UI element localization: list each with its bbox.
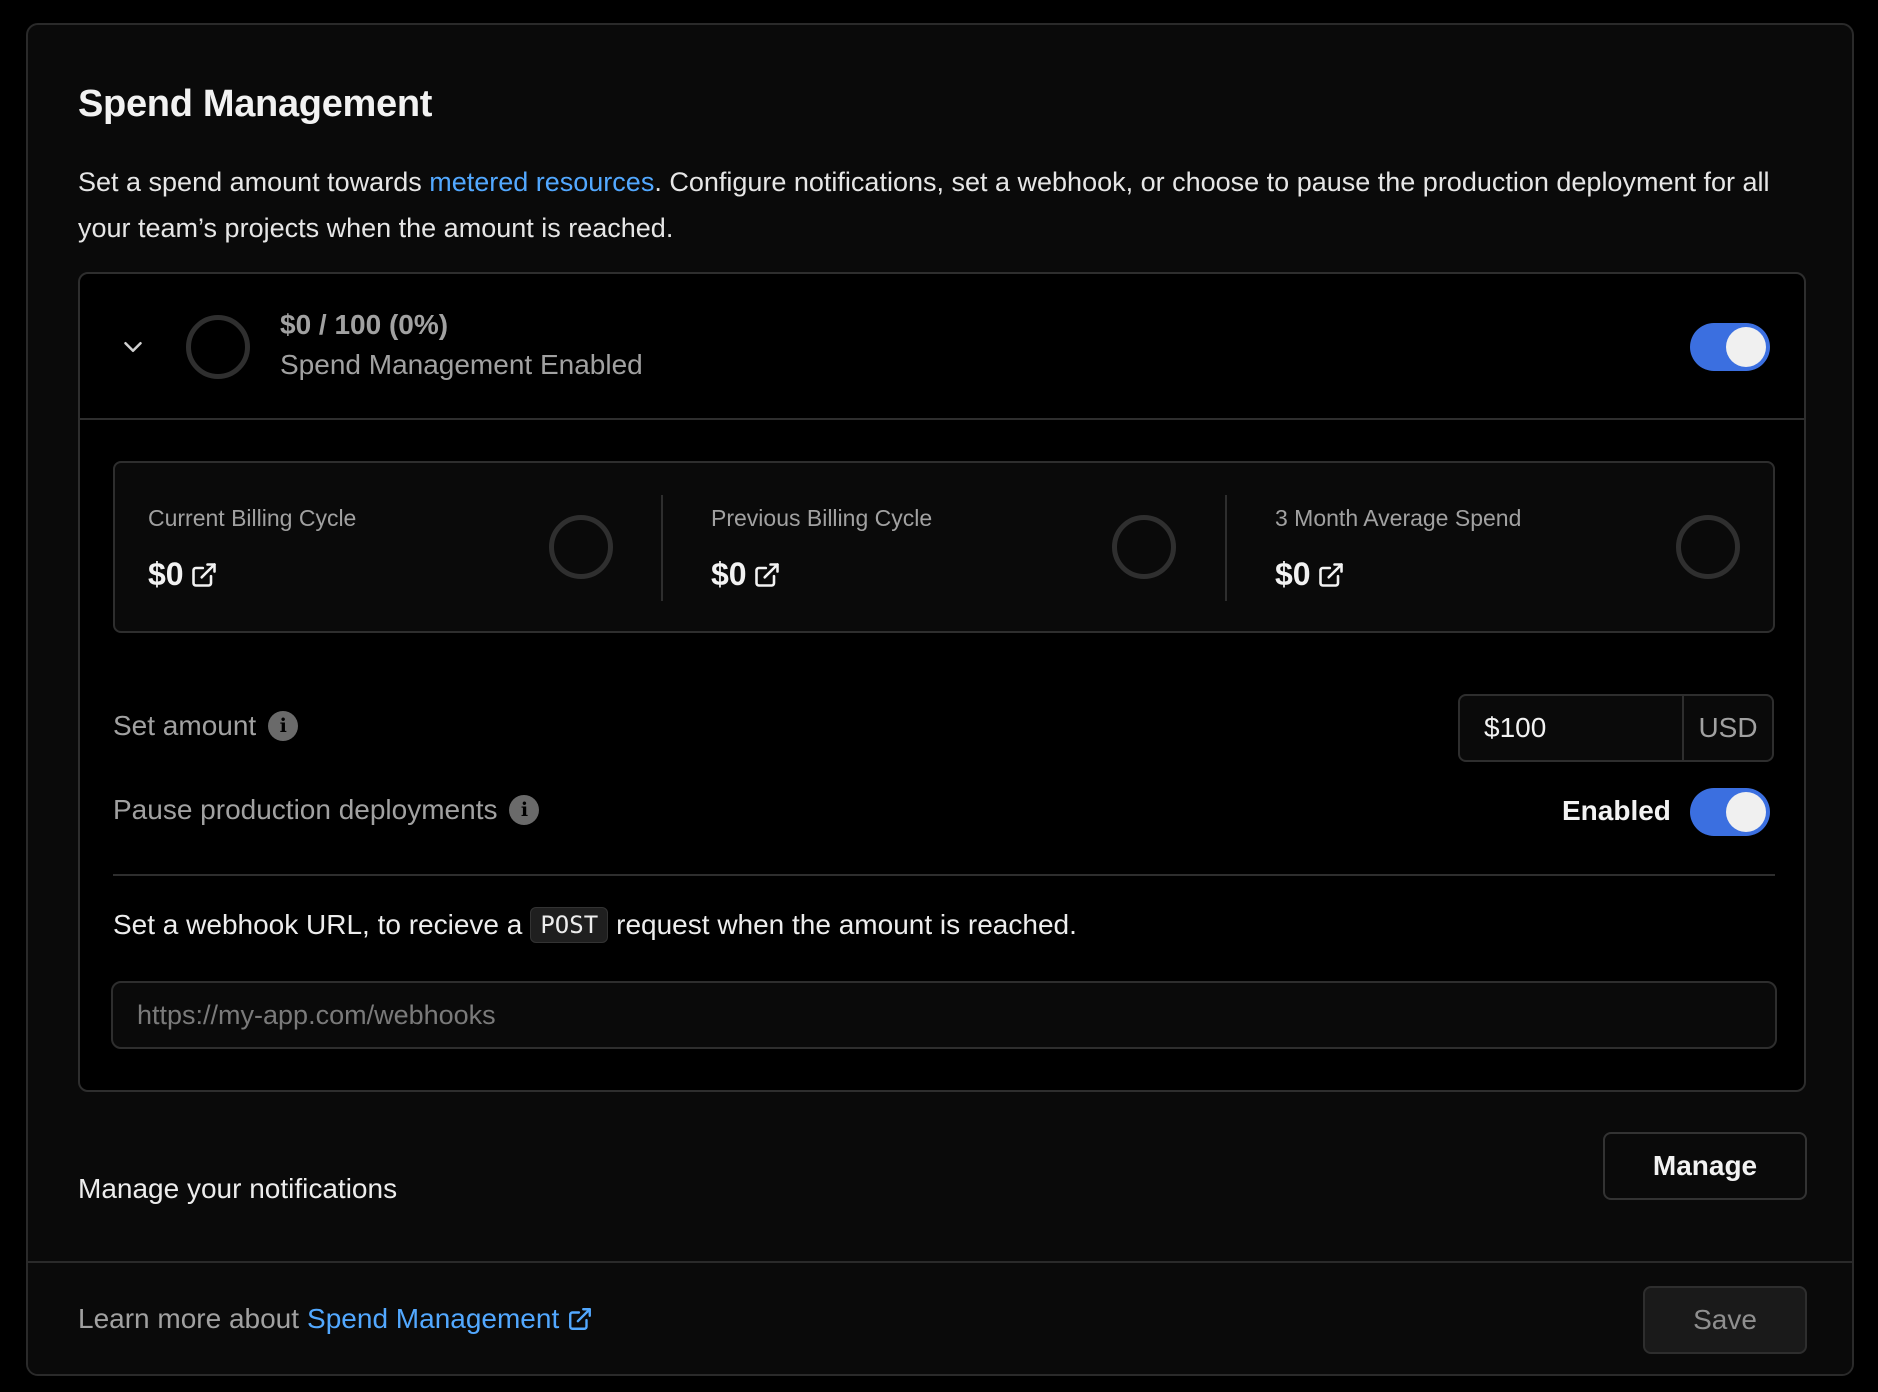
- set-amount-label: Set amount: [113, 710, 257, 741]
- webhook-url-input[interactable]: [111, 981, 1777, 1049]
- amount-input[interactable]: $100: [1460, 696, 1682, 760]
- spend-management-toggle[interactable]: [1690, 323, 1770, 371]
- info-icon[interactable]: i: [268, 711, 299, 741]
- set-amount-row: Set amount i: [113, 710, 299, 742]
- webhook-text-end: request when the amount is reached.: [616, 909, 1077, 940]
- spend-management-docs-link[interactable]: Spend Management: [307, 1303, 559, 1335]
- stat-amount: $0: [711, 556, 747, 592]
- stat-3-month-average: 3 Month Average Spend $0: [1242, 463, 1804, 631]
- manage-notifications-button[interactable]: Manage: [1603, 1132, 1807, 1200]
- webhook-text-start: Set a webhook URL, to recieve a: [113, 909, 523, 940]
- footer: Learn more about Spend Management Save: [28, 1261, 1852, 1374]
- webhook-description: Set a webhook URL, to recieve a POST req…: [113, 907, 1077, 943]
- pause-deployments-toggle[interactable]: [1690, 788, 1770, 836]
- usage-summary: $0 / 100 (0%): [280, 309, 449, 340]
- stat-label: 3 Month Average Spend: [1275, 505, 1522, 531]
- stat-divider: [1225, 495, 1227, 601]
- stat-value[interactable]: $0: [1275, 556, 1345, 593]
- usage-progress-ring: [186, 315, 250, 379]
- stat-progress-ring: [549, 515, 613, 579]
- metered-resources-link[interactable]: metered resources: [429, 167, 654, 197]
- amount-field[interactable]: $100 USD: [1458, 694, 1774, 762]
- pause-deployments-row: Pause production deployments i: [113, 794, 540, 826]
- stat-progress-ring: [1112, 515, 1176, 579]
- external-link-icon: [569, 1308, 592, 1330]
- learn-more-text: Learn more about: [78, 1303, 300, 1334]
- panel-header[interactable]: $0 / 100 (0%) Spend Management Enabled: [80, 274, 1804, 420]
- stat-current-billing-cycle: Current Billing Cycle $0: [115, 463, 678, 631]
- stat-progress-ring: [1676, 515, 1740, 579]
- stat-previous-billing-cycle: Previous Billing Cycle $0: [678, 463, 1241, 631]
- stat-label: Current Billing Cycle: [148, 505, 357, 531]
- external-link-icon: [191, 562, 216, 587]
- divider: [113, 874, 1775, 876]
- http-method-code: POST: [530, 907, 609, 943]
- save-button[interactable]: Save: [1643, 1286, 1807, 1354]
- spend-panel: $0 / 100 (0%) Spend Management Enabled C…: [78, 272, 1806, 1092]
- section-description: Set a spend amount towards metered resou…: [78, 159, 1778, 251]
- notifications-label: Manage your notifications: [78, 1173, 398, 1204]
- external-link-icon: [754, 562, 779, 587]
- external-link-icon: [1318, 562, 1343, 587]
- stat-value[interactable]: $0: [711, 556, 781, 593]
- billing-stats: Current Billing Cycle $0 Previous Billin…: [113, 461, 1775, 633]
- pause-state-label: Enabled: [1562, 795, 1671, 826]
- stat-amount: $0: [1275, 556, 1311, 592]
- learn-more: Learn more about Spend Management: [78, 1303, 593, 1335]
- currency-label: USD: [1682, 696, 1772, 760]
- pause-deployments-label: Pause production deployments: [113, 794, 498, 825]
- stat-amount: $0: [148, 556, 184, 592]
- info-icon[interactable]: i: [509, 795, 540, 825]
- stat-label: Previous Billing Cycle: [711, 505, 933, 531]
- section-title: Spend Management: [78, 83, 433, 125]
- chevron-down-icon[interactable]: [118, 332, 148, 362]
- stat-value[interactable]: $0: [148, 556, 218, 593]
- description-text: Set a spend amount towards: [78, 167, 430, 197]
- stat-divider: [661, 495, 663, 601]
- status-text: Spend Management Enabled: [280, 349, 643, 380]
- spend-management-card: Spend Management Set a spend amount towa…: [26, 23, 1854, 1376]
